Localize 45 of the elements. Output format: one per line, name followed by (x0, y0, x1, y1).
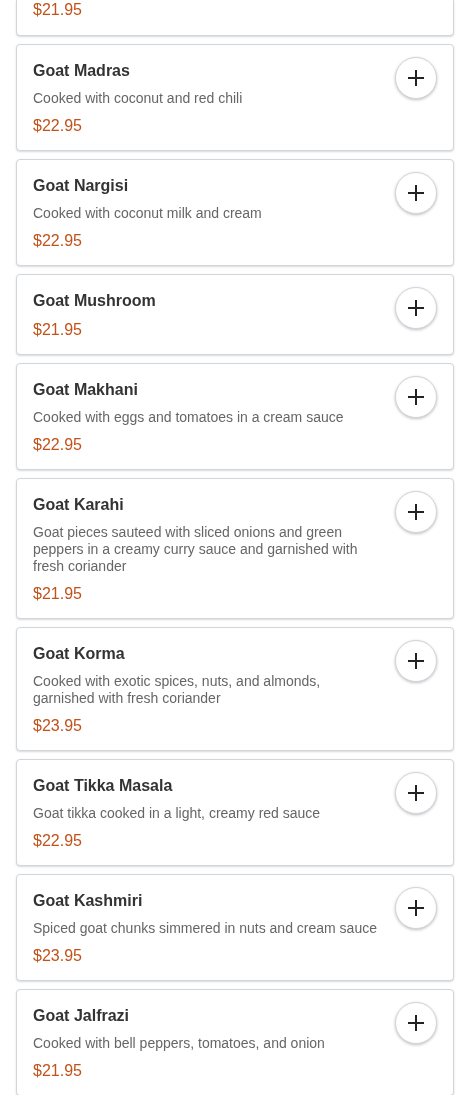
item-description: Cooked with bell peppers, tomatoes, and onion (33, 1035, 325, 1052)
item-description: Cooked with exotic spices, nuts, and almonds, garnished with fresh coriander (33, 673, 322, 707)
item-price: $21.95 (33, 1061, 83, 1081)
item-name: Goat Karahi (33, 495, 125, 515)
item-price: $22.95 (33, 116, 83, 136)
item-name: Goat Makhani (33, 380, 139, 400)
plus-icon (407, 299, 425, 317)
plus-icon (407, 652, 425, 670)
add-button[interactable] (395, 640, 437, 682)
item-name: Goat Jalfrazi (33, 1006, 131, 1026)
add-button[interactable] (395, 172, 437, 214)
add-button[interactable] (395, 491, 437, 533)
item-name: Goat Nargisi (33, 176, 130, 196)
item-description: Cooked with coconut milk and cream (33, 205, 262, 222)
add-button[interactable] (395, 57, 437, 99)
plus-icon (407, 899, 425, 917)
add-button[interactable] (395, 376, 437, 418)
plus-icon (407, 184, 425, 202)
item-price: $23.95 (33, 946, 83, 966)
item-price: $21.95 (33, 584, 83, 604)
add-button[interactable] (395, 772, 437, 814)
item-price: $21.95 (33, 0, 82, 20)
item-description: Cooked with coconut and red chili (33, 90, 243, 107)
item-description: Spiced goat chunks simmered in nuts and cream sauce (33, 920, 377, 937)
item-name: Goat Madras (33, 61, 131, 81)
plus-icon (407, 69, 425, 87)
item-price: $21.95 (33, 320, 83, 340)
plus-icon (407, 503, 425, 521)
item-price: $22.95 (33, 231, 83, 251)
item-description: Cooked with eggs and tomatoes in a cream sauce (33, 409, 344, 426)
plus-icon (407, 784, 425, 802)
item-price: $22.95 (33, 435, 83, 455)
item-price: $22.95 (33, 831, 83, 851)
plus-icon (407, 1014, 425, 1032)
item-description: Goat pieces sauteed with sliced onions and green peppers in a creamy curry sauce and garnished with fresh coriander (33, 524, 359, 575)
add-button[interactable] (395, 1002, 437, 1044)
item-name: Goat Tikka Masala (33, 776, 174, 796)
item-price: $23.95 (33, 716, 83, 736)
add-button[interactable] (395, 287, 437, 329)
plus-icon (407, 388, 425, 406)
item-name: Goat Kashmiri (33, 891, 144, 911)
item-description: Goat tikka cooked in a light, creamy red sauce (33, 805, 321, 822)
item-name: Goat Mushroom (33, 291, 156, 311)
item-name: Goat Korma (33, 644, 126, 664)
add-button[interactable] (395, 887, 437, 929)
